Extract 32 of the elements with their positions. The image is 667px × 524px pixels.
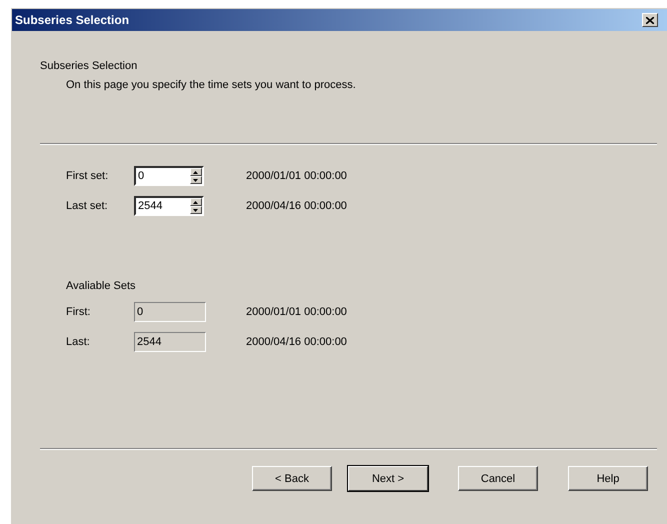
spin-up-button[interactable]: [190, 198, 202, 206]
set-label: First:: [66, 306, 92, 318]
page-description: On this page you specify the time sets you want to process.: [66, 79, 357, 91]
down-arrow-icon: [193, 208, 198, 212]
dialog-button[interactable]: Cancel: [458, 466, 538, 491]
down-arrow-icon: [193, 178, 198, 182]
readonly-field: 0: [134, 302, 206, 322]
set-date: 2000/01/01 00:00:00: [246, 170, 347, 182]
spin-up-button[interactable]: [190, 168, 202, 176]
set-date: 2000/04/16 00:00:00: [246, 336, 347, 348]
up-arrow-icon: [193, 200, 198, 204]
dialog-button[interactable]: < Back: [252, 466, 332, 491]
dialog-button[interactable]: Next >: [348, 466, 428, 491]
section-title: Avaliable Sets: [66, 280, 137, 292]
set-label: Last set:: [66, 200, 109, 212]
set-date: 2000/01/01 00:00:00: [246, 306, 347, 318]
spin-down-button[interactable]: [190, 206, 202, 214]
up-arrow-icon: [193, 170, 198, 174]
dialog-button[interactable]: Help: [568, 466, 648, 491]
set-label: First set:: [66, 170, 110, 182]
readonly-field: 2544: [134, 332, 206, 352]
window-title: Subseries Selection: [15, 13, 130, 27]
set-label: Last:: [66, 336, 91, 348]
spin-down-button[interactable]: [190, 176, 202, 184]
close-button[interactable]: [642, 13, 658, 27]
page-title: Subseries Selection: [40, 60, 138, 72]
set-date: 2000/04/16 00:00:00: [246, 200, 347, 212]
number-input[interactable]: 0: [136, 168, 190, 184]
number-input[interactable]: 2544: [136, 198, 190, 214]
spin-box[interactable]: 0: [134, 166, 204, 186]
close-icon: [646, 16, 654, 24]
spin-box[interactable]: 2544: [134, 196, 204, 216]
